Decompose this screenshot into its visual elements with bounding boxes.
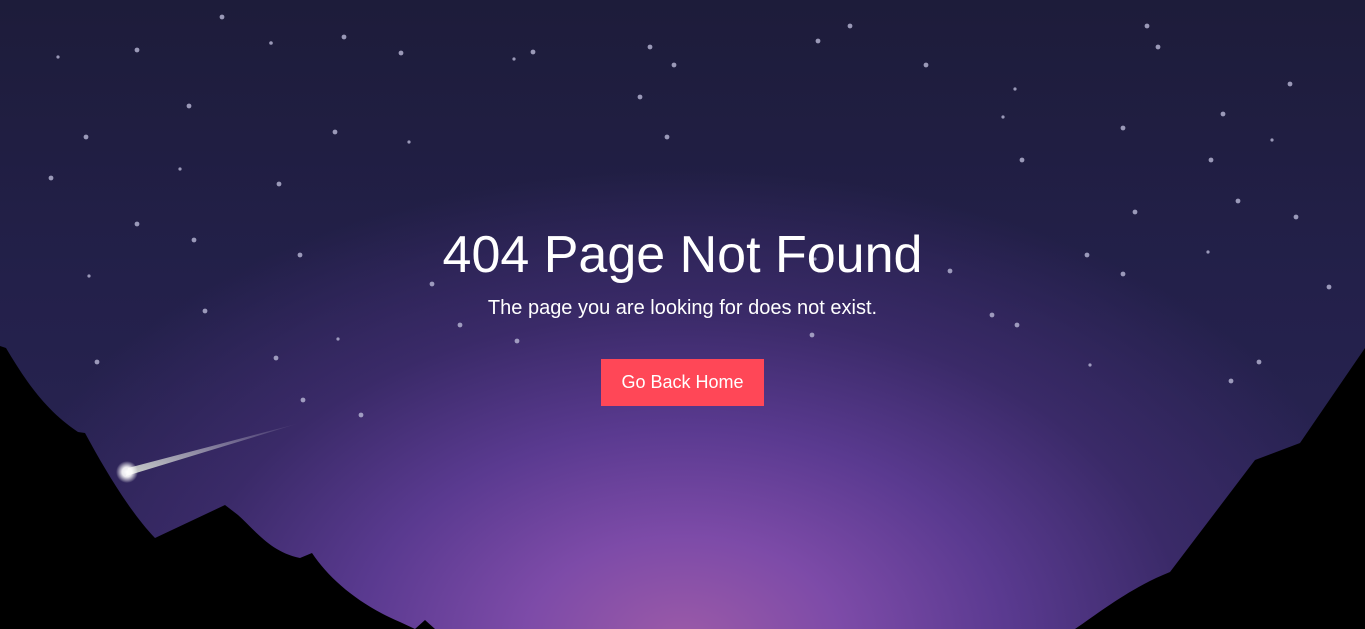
- night-sky-background: 404 Page Not Found The page you are look…: [0, 0, 1365, 629]
- error-panel: 404 Page Not Found The page you are look…: [0, 226, 1365, 406]
- page-title: 404 Page Not Found: [442, 226, 923, 284]
- shooting-star-icon: [116, 423, 300, 483]
- error-message: The page you are looking for does not ex…: [487, 297, 878, 319]
- go-back-home-button[interactable]: Go Back Home: [601, 359, 764, 406]
